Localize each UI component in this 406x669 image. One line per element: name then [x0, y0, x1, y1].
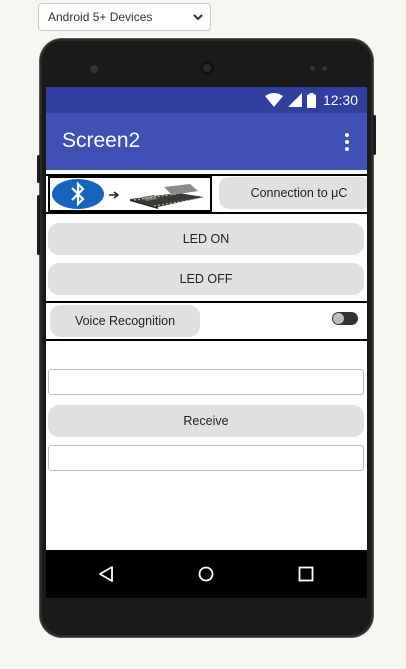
esp32-board-icon	[130, 184, 204, 209]
overflow-menu-icon[interactable]	[339, 132, 355, 152]
voice-row: Voice Recognition	[46, 301, 367, 341]
volume-button	[37, 155, 40, 183]
connection-button[interactable]: Connection to μC	[219, 177, 367, 209]
status-bar: 12:30	[46, 87, 367, 113]
light-sensor	[322, 66, 327, 71]
front-camera	[90, 65, 98, 73]
power-button	[373, 115, 376, 155]
bluetooth-esp32-image	[48, 176, 212, 212]
screen-title: Screen2	[62, 129, 141, 152]
signal-icon	[287, 93, 302, 107]
device-selector-value: Android 5+ Devices	[48, 10, 153, 24]
screen-content: Connection to μC LED ON LED OFF Voice Re…	[46, 170, 367, 550]
back-icon[interactable]	[98, 566, 114, 582]
led-off-button[interactable]: LED OFF	[48, 263, 364, 295]
voice-switch[interactable]	[332, 312, 358, 325]
home-icon[interactable]	[198, 566, 214, 582]
phone-screen: 12:30 Screen2 Connection to μC LED ON LE…	[46, 87, 367, 550]
chevron-down-icon	[193, 14, 203, 21]
recent-apps-icon[interactable]	[298, 566, 314, 582]
arrow-icon	[109, 191, 120, 199]
send-text-field[interactable]	[48, 369, 364, 395]
connection-row: Connection to μC	[46, 174, 367, 214]
led-on-label: LED ON	[182, 232, 230, 246]
received-text-field[interactable]	[48, 445, 364, 471]
status-time: 12:30	[322, 92, 358, 108]
bluetooth-icon	[52, 179, 104, 209]
led-on-button[interactable]: LED ON	[48, 223, 364, 255]
battery-icon	[306, 92, 316, 108]
led-off-label: LED OFF	[179, 272, 233, 286]
receive-label: Receive	[183, 414, 229, 428]
voice-recognition-label: Voice Recognition	[74, 314, 176, 328]
voice-recognition-button[interactable]: Voice Recognition	[50, 305, 200, 337]
volume-button	[37, 195, 40, 255]
receive-button[interactable]: Receive	[48, 405, 364, 437]
wifi-icon	[264, 93, 283, 107]
proximity-sensor	[310, 66, 315, 71]
connection-button-label: Connection to μC	[250, 186, 348, 200]
earpiece-speaker	[200, 61, 214, 75]
app-bar: Screen2	[46, 113, 367, 170]
device-selector[interactable]: Android 5+ Devices	[38, 3, 211, 31]
navigation-bar	[46, 550, 367, 598]
voice-switch-knob	[333, 313, 344, 324]
